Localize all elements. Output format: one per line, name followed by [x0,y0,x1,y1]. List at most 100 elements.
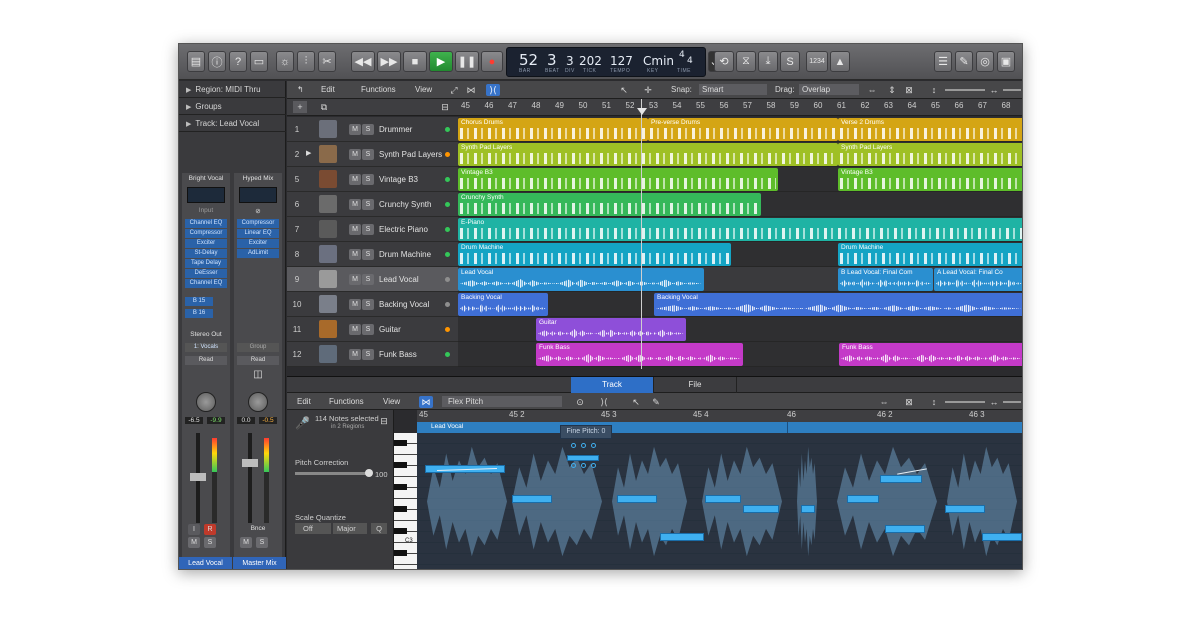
track-lane-funk-bass[interactable]: Funk Bass Funk Bass [458,342,1022,367]
quick-help-icon[interactable]: ? [229,51,247,72]
flex-toggle-icon[interactable]: ⋈ [419,396,433,408]
pause-button[interactable]: ❚❚ [455,51,479,72]
editor-view-menu[interactable]: View [383,397,400,406]
editor-vzoom-slider[interactable] [945,401,985,403]
crosshair-tool-icon[interactable]: ✛ [641,84,655,96]
track-lane-backing-vocal[interactable]: Backing Vocal Backing Vocal [458,292,1022,317]
flex-icon[interactable]: ⋈ [464,84,478,96]
track-solo-button[interactable]: S [362,124,374,135]
region-funk-bass[interactable]: Funk Bass [839,343,1022,366]
count-in-button[interactable]: 1234 [806,51,828,72]
pitch-note[interactable] [945,505,985,513]
track-header-funk-bass[interactable]: 12 M S Funk Bass [287,342,458,367]
pitch-note[interactable] [512,495,552,503]
editor-region-icon[interactable]: ⊟ [377,415,391,427]
mixer-icon[interactable]: ⫶ [297,51,315,72]
track-mute-button[interactable]: M [349,249,361,260]
group-slot[interactable]: 1: Vocals [185,343,227,352]
playhead[interactable] [641,99,642,369]
track-header-synth-pad-layers[interactable]: 2 M S Synth Pad Layers ▶ [287,142,458,167]
inspector-groups-header[interactable]: ▶ Groups [179,98,286,115]
pitch-handle[interactable] [581,443,586,448]
track-solo-button[interactable]: S [362,349,374,360]
strip-setting[interactable]: Hyped Mix [237,175,279,182]
track-mute-button[interactable]: M [349,199,361,210]
flex-mode-icon[interactable]: ⟩⟨ [486,84,500,96]
fit-icon[interactable]: ⊠ [902,84,916,96]
pitch-note[interactable] [880,475,922,483]
region-preverse-drums[interactable]: Pre-verse Drums [648,118,838,141]
plugin-slot[interactable]: Tape Delay [185,259,227,268]
midi-in-icon[interactable]: ⊙ [573,396,587,408]
mute-button[interactable]: M [240,537,252,548]
track-mute-button[interactable]: M [349,349,361,360]
track-lane-synth-pad[interactable]: Synth Pad Layers Synth Pad Layers [458,142,1022,167]
track-header-crunchy-synth[interactable]: 6 M S Crunchy Synth [287,192,458,217]
black-key[interactable] [394,528,407,534]
track-mute-button[interactable]: M [349,174,361,185]
pitch-note[interactable] [660,533,704,541]
pitch-handle[interactable] [591,463,596,468]
plugin-slot[interactable]: Exciter [185,239,227,248]
editor-fit-icon[interactable]: ⊠ [902,396,916,408]
browsers-icon[interactable]: ▣ [997,51,1015,72]
pitch-correction-slider[interactable] [295,472,367,475]
send-slot[interactable]: B 15 [185,297,213,306]
track-header-vintage-b3[interactable]: 5 M S Vintage B3 [287,167,458,192]
input-slot[interactable]: Input [185,207,227,214]
track-solo-button[interactable]: S [362,149,374,160]
black-key[interactable] [394,462,407,468]
notepad-icon[interactable]: ✎ [955,51,973,72]
track-header-backing-vocal[interactable]: 10 M S Backing Vocal [287,292,458,317]
record-button[interactable]: ● [481,51,503,72]
region-synth-pad[interactable]: Synth Pad Layers [838,143,1022,166]
waveform-zoom-icon[interactable]: ⇔ [865,84,879,96]
track-mute-button[interactable]: M [349,299,361,310]
editor-pointer-icon[interactable]: ↖ [629,396,643,408]
region-chorus-drums[interactable]: Chorus Drums [458,118,648,141]
volume-fader-cap[interactable] [242,459,258,467]
catch-editor-icon[interactable]: ⟩⟨ [597,396,611,408]
region-e-piano[interactable]: E-Piano [458,218,1022,241]
pitch-note[interactable] [885,525,925,533]
scale-major-select[interactable]: Major [333,523,367,534]
track-lane-lead-vocal[interactable]: Lead Vocal B Lead Vocal: Final Com A Lea… [458,267,1022,292]
plugin-slot[interactable]: AdLimit [237,249,279,258]
pitch-note[interactable] [743,505,779,513]
track-lane-guitar[interactable]: Guitar [458,317,1022,342]
pitch-handle[interactable] [591,443,596,448]
track-lane-electric-piano[interactable]: E-Piano [458,217,1022,242]
strip-setting[interactable]: Bright Vocal [185,175,227,182]
global-tracks-icon[interactable]: ⊟ [438,101,452,113]
add-track-icon[interactable]: + [293,101,307,113]
track-solo-button[interactable]: S [362,274,374,285]
send-slot[interactable]: B 16 [185,309,213,318]
library-icon[interactable]: ▤ [187,51,205,72]
pitch-note[interactable] [801,505,815,513]
track-solo-button[interactable]: S [362,324,374,335]
track-mute-button[interactable]: M [349,124,361,135]
track-solo-button[interactable]: S [362,249,374,260]
region-synth-pad[interactable]: Synth Pad Layers [458,143,838,166]
track-solo-button[interactable]: S [362,224,374,235]
strip-name-master-mix[interactable]: Master Mix [233,557,286,569]
track-mute-button[interactable]: M [349,324,361,335]
editors-icon[interactable]: ✂ [318,51,336,72]
tab-file[interactable]: File [653,377,737,393]
region-crunchy-synth[interactable]: Crunchy Synth [458,193,761,216]
track-header-drummer[interactable]: 1 M S Drummer [287,117,458,142]
group-slot[interactable]: Group [237,343,279,352]
strip-name-lead-vocal[interactable]: Lead Vocal [179,557,232,569]
flex-pitch-editor[interactable] [417,433,1022,569]
track-solo-button[interactable]: S [362,174,374,185]
horizontal-zoom-slider[interactable] [1003,89,1021,91]
back-arrow-icon[interactable]: ↰ [297,85,304,94]
solo-button[interactable]: S [204,537,216,548]
pitch-note[interactable] [847,495,879,503]
loop-browser-icon[interactable]: ◎ [976,51,994,72]
functions-menu[interactable]: Functions [361,85,396,94]
volume-fader-track[interactable] [248,433,252,523]
track-header-guitar[interactable]: 11 M S Guitar [287,317,458,342]
play-button[interactable]: ▶ [429,51,453,72]
plugin-slot[interactable]: Channel EQ [185,219,227,228]
